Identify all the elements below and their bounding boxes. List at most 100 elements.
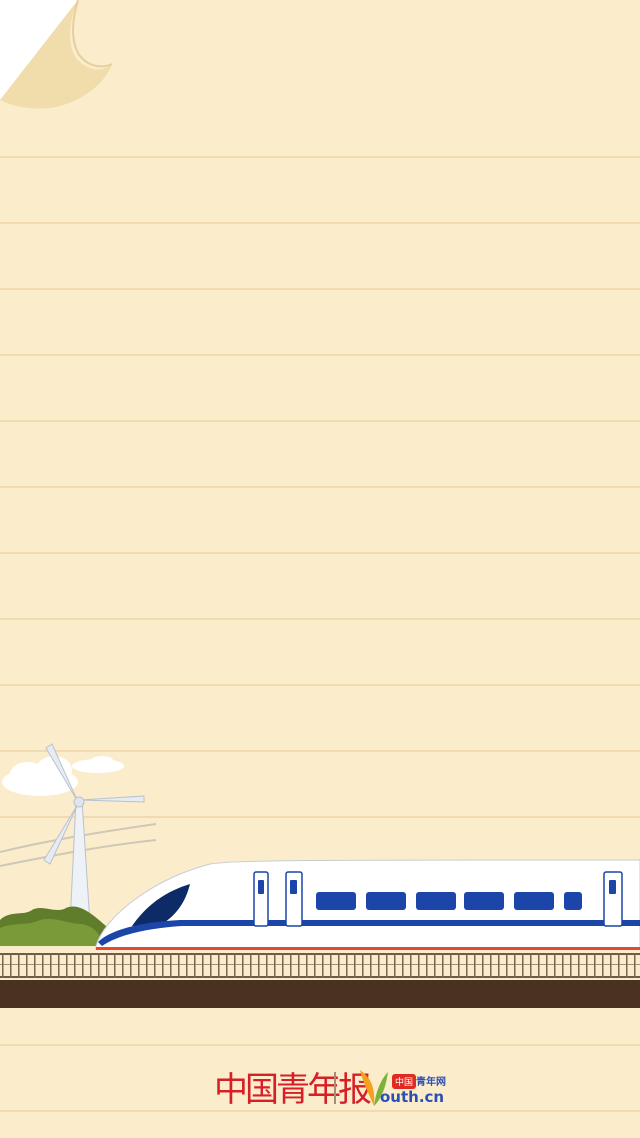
fence-post xyxy=(306,953,308,978)
fence-post xyxy=(330,953,332,978)
fence-post xyxy=(586,953,588,978)
fence-post xyxy=(506,953,508,978)
fence-post xyxy=(426,953,428,978)
fence-post xyxy=(490,953,492,978)
fence-post xyxy=(82,953,84,978)
fence-post xyxy=(50,953,52,978)
high-speed-train-icon xyxy=(95,859,640,951)
fence-post xyxy=(58,953,60,978)
fence-post xyxy=(106,953,108,978)
fence-post xyxy=(26,953,28,978)
grass-icon xyxy=(0,906,110,946)
fence-post xyxy=(234,953,236,978)
fence-post xyxy=(210,953,212,978)
fence-post xyxy=(146,953,148,978)
fence-post xyxy=(298,953,300,978)
ruled-line xyxy=(0,552,640,554)
fence-post xyxy=(386,953,388,978)
site-badge: 中国 xyxy=(392,1074,417,1089)
fence-post xyxy=(290,953,292,978)
fence-post xyxy=(610,953,612,978)
rail-fence-icon xyxy=(0,950,640,1008)
notebook-page: 中国青年报 中国 青年网 outh.cn xyxy=(0,0,640,1138)
ruled-line xyxy=(0,288,640,290)
newspaper-logo: 中国青年报 xyxy=(214,1070,372,1110)
ruled-line xyxy=(0,156,640,158)
fence-post xyxy=(258,953,260,978)
footer-logos: 中国青年报 中国 青年网 outh.cn xyxy=(0,1062,640,1112)
ruled-line xyxy=(0,354,640,356)
fence-post xyxy=(594,953,596,978)
fence-post xyxy=(74,953,76,978)
site-domain: outh.cn xyxy=(380,1088,445,1106)
fence-post xyxy=(634,953,636,978)
fence-post xyxy=(546,953,548,978)
fence-post xyxy=(226,953,228,978)
ruled-line xyxy=(0,1044,640,1046)
fence-post xyxy=(554,953,556,978)
fence-post xyxy=(90,953,92,978)
fence-post xyxy=(162,953,164,978)
ruled-line xyxy=(0,618,640,620)
fence-post xyxy=(618,953,620,978)
fence-post xyxy=(98,953,100,978)
fence-post xyxy=(114,953,116,978)
fence-post xyxy=(66,953,68,978)
fence-post xyxy=(450,953,452,978)
fence-post xyxy=(338,953,340,978)
fence-post xyxy=(522,953,524,978)
fence-post xyxy=(274,953,276,978)
fence-post xyxy=(138,953,140,978)
fence-post xyxy=(402,953,404,978)
fence-post xyxy=(370,953,372,978)
fence-post xyxy=(498,953,500,978)
fence-post xyxy=(474,953,476,978)
fence-post xyxy=(346,953,348,978)
fence-post xyxy=(42,953,44,978)
fence-post xyxy=(418,953,420,978)
fence-post xyxy=(18,953,20,978)
fence-post xyxy=(394,953,396,978)
fence-post xyxy=(282,953,284,978)
ruled-line xyxy=(0,222,640,224)
fence-post xyxy=(514,953,516,978)
fence-post xyxy=(186,953,188,978)
fence-post xyxy=(458,953,460,978)
fence-post xyxy=(434,953,436,978)
fence-post xyxy=(562,953,564,978)
fence-post xyxy=(466,953,468,978)
fence-post xyxy=(266,953,268,978)
fence-post xyxy=(626,953,628,978)
fence-post xyxy=(2,953,4,978)
fence-post xyxy=(570,953,572,978)
fence-post xyxy=(178,953,180,978)
youth-site-logo: 中国 青年网 outh.cn xyxy=(356,1066,446,1110)
fence-post xyxy=(354,953,356,978)
fence-post xyxy=(154,953,156,978)
fence-post xyxy=(482,953,484,978)
fence-post xyxy=(202,953,204,978)
folded-corner xyxy=(0,0,113,109)
fence-post xyxy=(242,953,244,978)
fence-post xyxy=(602,953,604,978)
fence-post xyxy=(442,953,444,978)
ruled-line xyxy=(0,420,640,422)
fence-post xyxy=(130,953,132,978)
fence-post xyxy=(530,953,532,978)
fence-post xyxy=(314,953,316,978)
train-scene xyxy=(0,743,640,1008)
fence-post xyxy=(122,953,124,978)
fence-post xyxy=(34,953,36,978)
ruled-line xyxy=(0,684,640,686)
fence-post xyxy=(250,953,252,978)
ruled-line xyxy=(0,486,640,488)
fence-post xyxy=(194,953,196,978)
logo-divider xyxy=(334,1072,336,1104)
fence-post xyxy=(218,953,220,978)
site-name-cn: 青年网 xyxy=(416,1077,446,1088)
fence-post xyxy=(378,953,380,978)
fence-post xyxy=(10,953,12,978)
fence-post xyxy=(322,953,324,978)
fence-post xyxy=(410,953,412,978)
cloud-icon xyxy=(72,756,124,773)
